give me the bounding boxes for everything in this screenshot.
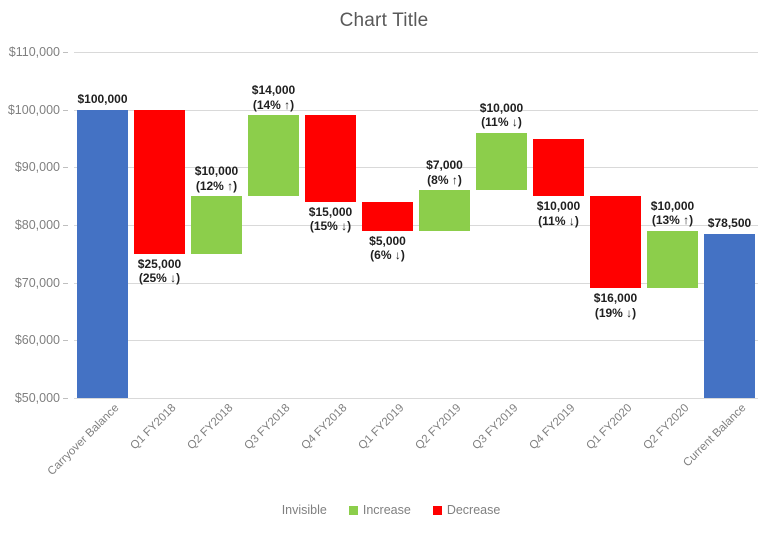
data-label: $7,000 (8% ↑) [426,158,463,187]
chart-title[interactable]: Chart Title [0,10,768,32]
data-label-percent: (11% ↓) [538,213,579,228]
data-label-value: $14,000 [251,83,296,98]
data-label-value: $25,000 [137,256,182,271]
data-label: $78,500 [708,216,751,231]
y-axis-tick-mark [63,282,68,284]
y-axis-tick-mark [63,398,68,399]
data-label-percent: (14% ↑) [252,97,295,112]
data-label-value: $78,500 [707,216,752,231]
data-label: $100,000 [77,92,127,107]
data-label-percent: (12% ↑) [195,178,238,193]
legend-item[interactable]: Decrease [432,503,501,517]
y-axis-tick-mark [63,167,68,169]
x-axis[interactable]: Carryover Balance Q1 FY2018 Q2 FY2018 Q3 FY… [45,398,758,494]
data-labels-layer: $100,000 $25,000 (25% ↓) $10,000 (12% ↑) $14,… [74,52,758,398]
data-label: $25,000 (25% ↓) [138,257,181,286]
data-label-percent: (19% ↓) [594,305,637,320]
waterfall-chart: Chart Title $110,000 $100,000 $90,000 $80,0… [0,0,768,536]
data-label-value: $10,000 [194,164,239,179]
data-label-percent: (25% ↓) [138,271,181,286]
data-label-value: $100,000 [77,92,128,107]
data-label: $10,000 (11% ↓) [537,199,580,228]
legend-swatch-icon [432,505,442,515]
y-axis-tick-mark [63,340,68,342]
y-axis-tick-mark [63,52,68,53]
data-label-percent: (15% ↓) [309,219,352,234]
data-label: $5,000 (6% ↓) [369,234,406,263]
data-label-value: $10,000 [479,100,524,115]
legend-label: Invisible [281,503,327,517]
data-label-value: $10,000 [650,198,695,213]
data-label-value: $15,000 [308,204,353,219]
data-label-percent: (11% ↓) [481,115,522,130]
y-axis-tick-label: $90,000 [14,160,60,175]
data-label-value: $16,000 [593,291,638,306]
plot-area: $100,000 $25,000 (25% ↓) $10,000 (12% ↑) $14,… [74,52,758,399]
y-axis-tick-mark [63,109,68,111]
data-label: $16,000 (19% ↓) [594,291,637,320]
y-axis-tick-mark [63,225,68,226]
data-label: $10,000 (11% ↓) [480,101,523,130]
data-label: $10,000 (13% ↑) [651,199,694,228]
data-label: $14,000 (14% ↑) [252,83,295,112]
y-axis[interactable]: $110,000 $100,000 $90,000 $80,000 $70,000 $60… [0,45,68,405]
data-label-percent: (6% ↓) [370,248,405,263]
legend-item[interactable]: Increase [348,503,411,517]
data-label-value: $10,000 [536,199,581,214]
data-label: $10,000 (12% ↑) [195,164,238,193]
chart-legend[interactable]: Invisible Increase Decrease [0,503,768,517]
legend-swatch-icon [348,505,358,515]
data-label-percent: (13% ↑) [651,213,694,228]
data-label: $15,000 (15% ↓) [309,205,352,234]
y-axis-tick-label: $80,000 [14,218,60,232]
y-axis-tick-label: $70,000 [14,275,60,290]
legend-item[interactable]: Invisible [268,503,327,517]
legend-label: Increase [362,503,411,517]
data-label-value: $5,000 [369,233,406,248]
y-axis-tick-label: $100,000 [7,102,60,117]
data-label-value: $7,000 [426,158,463,173]
legend-label: Decrease [446,503,501,517]
y-axis-tick-label: $110,000 [8,45,60,59]
y-axis-tick-label: $50,000 [14,391,60,405]
y-axis-tick-label: $60,000 [14,333,60,348]
data-label-percent: (8% ↑) [427,172,462,187]
